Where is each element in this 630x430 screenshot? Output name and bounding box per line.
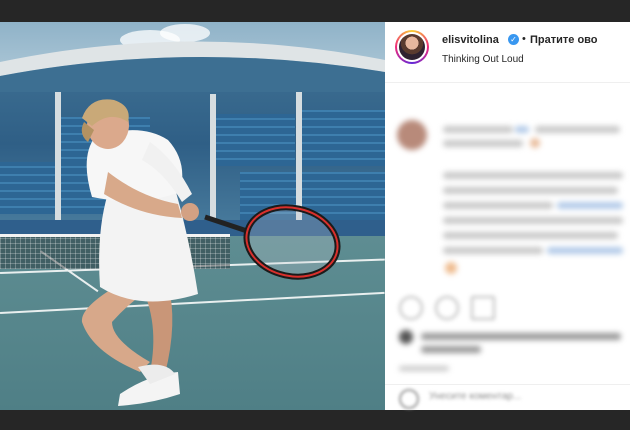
action-bar: [385, 292, 630, 322]
comment-icon[interactable]: [435, 296, 459, 320]
verified-badge-icon: ✓: [508, 34, 519, 45]
separator-dot: •: [522, 33, 526, 45]
tennis-player: [81, 99, 341, 406]
username-link[interactable]: elisvitolina: [442, 34, 499, 46]
caption-block: [385, 92, 630, 282]
heart-icon[interactable]: [399, 296, 423, 320]
comment-bar: Унесите коментар...: [385, 384, 630, 411]
avatar[interactable]: [395, 30, 429, 64]
follow-button[interactable]: Пратите ово: [530, 34, 598, 46]
post-modal: elisvitolina ✓ • Пратите ово Thinking Ou…: [0, 22, 630, 410]
post-header: elisvitolina ✓ • Пратите ово Thinking Ou…: [385, 22, 630, 83]
post-photo[interactable]: [0, 22, 385, 410]
location-link[interactable]: Thinking Out Loud: [442, 54, 524, 65]
comment-input[interactable]: Унесите коментар...: [429, 391, 521, 402]
post-side-panel: elisvitolina ✓ • Пратите ово Thinking Ou…: [385, 22, 630, 410]
share-icon[interactable]: [471, 296, 495, 320]
likes-block: [385, 326, 630, 378]
smile-icon[interactable]: [399, 389, 419, 409]
tennis-racket: [204, 204, 341, 280]
